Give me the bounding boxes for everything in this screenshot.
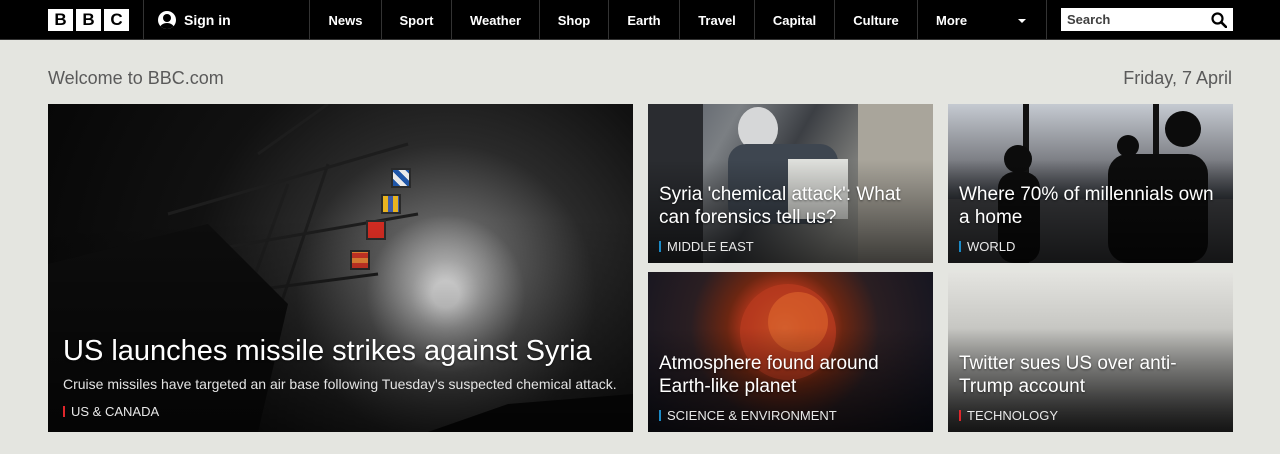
search-box (1061, 8, 1233, 31)
hero-section-tag[interactable]: US & CANADA (63, 404, 618, 419)
story-headline[interactable]: Syria 'chemical attack': What can forens… (659, 183, 919, 229)
nav-item-news[interactable]: News (309, 0, 381, 40)
nav-item-earth[interactable]: Earth (608, 0, 679, 40)
tag-label: MIDDLE EAST (667, 239, 754, 254)
sign-in-label: Sign in (184, 12, 231, 28)
top-navigation-bar: B B C Sign in News Sport Weather Shop Ea… (0, 0, 1280, 40)
hero-story-text: US launches missile strikes against Syri… (63, 334, 618, 419)
hero-headline[interactable]: US launches missile strikes against Syri… (63, 334, 618, 368)
logo-letter: B (48, 9, 73, 31)
user-icon (158, 11, 176, 29)
story-section-tag[interactable]: WORLD (959, 239, 1219, 254)
tag-marker (63, 406, 65, 417)
tag-label: TECHNOLOGY (967, 408, 1059, 423)
sign-in-link[interactable]: Sign in (158, 0, 231, 40)
story-text: Twitter sues US over anti-Trump account … (959, 352, 1219, 423)
search-icon[interactable] (1211, 11, 1227, 28)
welcome-heading: Welcome to BBC.com (48, 68, 224, 88)
story-card-forensics[interactable]: Syria 'chemical attack': What can forens… (648, 104, 933, 263)
tag-label: US & CANADA (71, 404, 160, 419)
primary-nav: News Sport Weather Shop Earth Travel Cap… (309, 0, 1047, 40)
nav-item-capital[interactable]: Capital (754, 0, 834, 40)
nav-item-weather[interactable]: Weather (451, 0, 539, 40)
tag-marker (659, 410, 661, 421)
story-text: Atmosphere found around Earth-like plane… (659, 352, 919, 423)
story-section-tag[interactable]: SCIENCE & ENVIRONMENT (659, 408, 919, 423)
hero-summary: Cruise missiles have targeted an air bas… (63, 376, 617, 392)
logo-letter: B (76, 9, 101, 31)
logo-letter: C (104, 9, 129, 31)
nav-item-sport[interactable]: Sport (381, 0, 451, 40)
chevron-down-icon (1018, 19, 1026, 23)
tag-marker (959, 241, 961, 252)
nav-item-culture[interactable]: Culture (834, 0, 917, 40)
current-date: Friday, 7 April (1123, 68, 1232, 88)
story-headline[interactable]: Atmosphere found around Earth-like plane… (659, 352, 919, 398)
nav-divider (143, 0, 144, 40)
story-card-millennials[interactable]: Where 70% of millennials own a home WORL… (948, 104, 1233, 263)
story-section-tag[interactable]: MIDDLE EAST (659, 239, 919, 254)
story-section-tag[interactable]: TECHNOLOGY (959, 408, 1219, 423)
story-text: Syria 'chemical attack': What can forens… (659, 183, 919, 254)
search-input[interactable] (1067, 12, 1197, 27)
story-text: Where 70% of millennials own a home WORL… (959, 183, 1219, 254)
hero-story-card[interactable]: US launches missile strikes against Syri… (48, 104, 633, 432)
story-card-twitter[interactable]: Twitter sues US over anti-Trump account … (948, 272, 1233, 432)
nav-item-shop[interactable]: Shop (539, 0, 608, 40)
nav-more-dropdown[interactable]: More (917, 0, 1047, 40)
story-headline[interactable]: Where 70% of millennials own a home (959, 183, 1219, 229)
tag-marker (959, 410, 961, 421)
tag-marker (659, 241, 661, 252)
bbc-logo[interactable]: B B C (48, 9, 129, 31)
story-headline[interactable]: Twitter sues US over anti-Trump account (959, 352, 1219, 398)
story-card-planet[interactable]: Atmosphere found around Earth-like plane… (648, 272, 933, 432)
more-label: More (936, 12, 968, 28)
nav-item-travel[interactable]: Travel (679, 0, 754, 40)
tag-label: WORLD (967, 239, 1016, 254)
tag-label: SCIENCE & ENVIRONMENT (667, 408, 837, 423)
